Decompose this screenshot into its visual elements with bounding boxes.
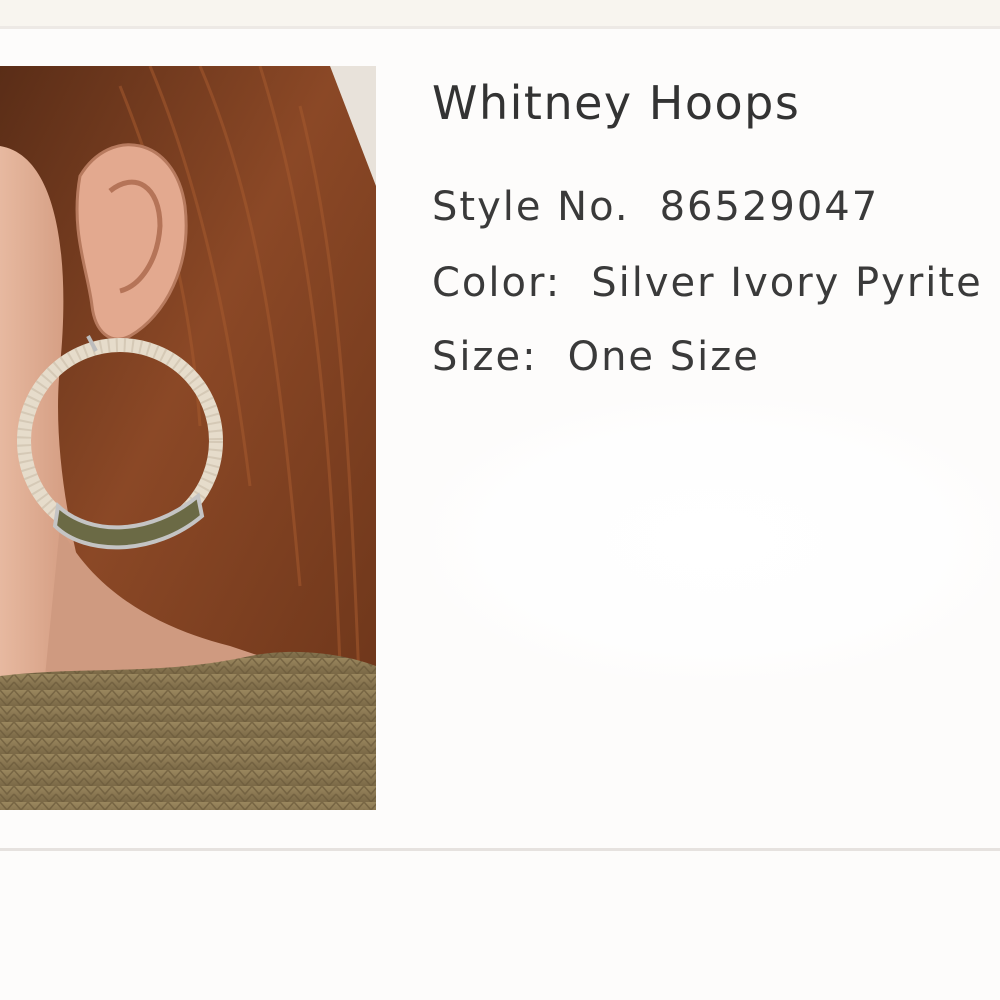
size-label: Size: — [432, 334, 538, 380]
style-number-value: 86529047 — [659, 184, 880, 230]
background-glow — [430, 400, 1000, 680]
size-value: One Size — [567, 334, 760, 380]
sweater-collar — [0, 651, 376, 810]
color-row: Color: Silver Ivory Pyrite — [432, 260, 983, 306]
product-image[interactable] — [0, 66, 376, 810]
color-label: Color: — [432, 260, 562, 306]
style-number-row: Style No. 86529047 — [432, 184, 879, 230]
product-title: Whitney Hoops — [432, 76, 801, 130]
bottom-area — [0, 851, 1000, 1000]
top-band — [0, 0, 1000, 26]
color-value: Silver Ivory Pyrite — [591, 260, 983, 306]
style-number-label: Style No. — [432, 184, 630, 230]
size-row: Size: One Size — [432, 334, 760, 380]
